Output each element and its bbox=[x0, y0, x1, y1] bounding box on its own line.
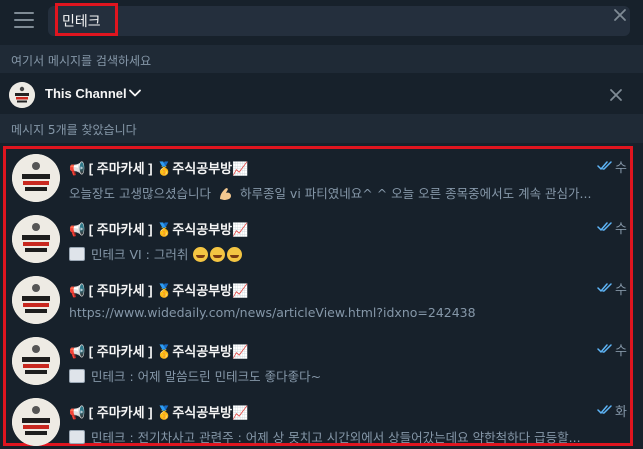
search-input[interactable] bbox=[52, 6, 552, 36]
search-result-item[interactable]: 📢 [ 주마카세 ] 🥇주식공부방📈 화 민테크 : 전기차사고 관련주 : 어… bbox=[6, 393, 630, 449]
channel-filter-label: This Channel bbox=[45, 86, 127, 101]
double-check-icon bbox=[597, 405, 612, 414]
result-title-prefix: 📢 [ 주마카세 ] bbox=[69, 161, 153, 176]
result-snippet-text-a: 오늘장도 고생많으셨습니다 bbox=[69, 186, 211, 201]
close-icon[interactable] bbox=[613, 8, 627, 22]
image-thumbnail-icon bbox=[69, 247, 85, 261]
close-icon[interactable] bbox=[609, 88, 623, 102]
result-date: 화 bbox=[615, 405, 627, 420]
result-date: 수 bbox=[615, 222, 627, 237]
search-hint-text: 여기서 메시지를 검색하세요 bbox=[11, 54, 152, 68]
result-title: 📢 [ 주마카세 ] 🥇주식공부방📈 bbox=[69, 341, 248, 360]
chart-up-icon: 📈 bbox=[232, 405, 249, 420]
result-title: 📢 [ 주마카세 ] 🥇주식공부방📈 bbox=[69, 280, 248, 299]
result-date: 수 bbox=[615, 344, 627, 359]
result-title: 📢 [ 주마카세 ] 🥇주식공부방📈 bbox=[69, 402, 248, 421]
result-title-prefix: 📢 [ 주마카세 ] bbox=[69, 222, 153, 237]
result-title-prefix: 📢 [ 주마카세 ] bbox=[69, 405, 153, 420]
result-date: 수 bbox=[615, 161, 627, 176]
double-check-icon bbox=[597, 161, 612, 170]
result-snippet: https://www.widedaily.com/news/articleVi… bbox=[69, 305, 617, 320]
hamburger-menu-icon[interactable] bbox=[14, 12, 34, 28]
image-thumbnail-icon bbox=[69, 369, 85, 383]
chevron-down-icon[interactable] bbox=[129, 88, 141, 98]
grinning-face-icon bbox=[227, 247, 243, 262]
top-bar bbox=[0, 0, 643, 42]
channel-avatar bbox=[9, 82, 35, 108]
result-date: 수 bbox=[615, 283, 627, 298]
double-check-icon bbox=[597, 283, 612, 292]
results-count-text: 메시지 5개를 찾았습니다 bbox=[11, 123, 137, 137]
double-check-icon bbox=[597, 344, 612, 353]
result-snippet-text: 민테크 VI : 그러취 bbox=[91, 247, 189, 262]
channel-avatar bbox=[12, 215, 60, 263]
result-title-suffix: 주식공부방 bbox=[172, 344, 233, 359]
result-snippet: 민테크 : 전기차사고 관련주 : 어제 상 못치고 시간외에서 상들어갔는데요… bbox=[69, 427, 617, 446]
result-title: 📢 [ 주마카세 ] 🥇주식공부방📈 bbox=[69, 158, 248, 177]
chart-up-icon: 📈 bbox=[232, 161, 249, 176]
result-snippet-text: https://www.widedaily.com/news/articleVi… bbox=[69, 305, 476, 320]
search-hint-row: 여기서 메시지를 검색하세요 bbox=[0, 45, 643, 73]
result-title-prefix: 📢 [ 주마카세 ] bbox=[69, 283, 153, 298]
image-thumbnail-icon bbox=[69, 430, 85, 444]
chart-up-icon: 📈 bbox=[232, 344, 249, 359]
result-snippet: 오늘장도 고생많으셨습니다 하루종일 vi 파티였네요^ ^ 오늘 오른 종목중… bbox=[69, 183, 617, 202]
search-result-item[interactable]: 📢 [ 주마카세 ] 🥇주식공부방📈 수 민테크 VI : 그러취 bbox=[6, 210, 630, 269]
chart-up-icon: 📈 bbox=[232, 222, 249, 237]
result-title-suffix: 주식공부방 bbox=[172, 405, 233, 420]
medal-icon: 🥇 bbox=[156, 161, 173, 176]
channel-avatar bbox=[12, 276, 60, 324]
result-title-suffix: 주식공부방 bbox=[172, 283, 233, 298]
result-title-suffix: 주식공부방 bbox=[172, 161, 233, 176]
medal-icon: 🥇 bbox=[156, 405, 173, 420]
grinning-face-icon bbox=[193, 247, 209, 262]
channel-avatar bbox=[12, 154, 60, 202]
result-snippet: 민테크 : 어제 말씀드린 민테크도 좋다좋다~ bbox=[69, 366, 617, 385]
results-count-row: 메시지 5개를 찾았습니다 bbox=[0, 114, 643, 143]
search-result-item[interactable]: 📢 [ 주마카세 ] 🥇주식공부방📈 수 https://www.widedai… bbox=[6, 271, 630, 330]
grinning-face-icon bbox=[210, 247, 226, 262]
chart-up-icon: 📈 bbox=[232, 283, 249, 298]
flexed-biceps-icon bbox=[219, 188, 231, 200]
medal-icon: 🥇 bbox=[156, 344, 173, 359]
search-result-item[interactable]: 📢 [ 주마카세 ] 🥇주식공부방📈 수 오늘장도 고생많으셨습니다 하루종일 … bbox=[6, 149, 630, 208]
search-box[interactable] bbox=[48, 6, 630, 36]
medal-icon: 🥇 bbox=[156, 222, 173, 237]
result-snippet-text: 민테크 : 전기차사고 관련주 : 어제 상 못치고 시간외에서 상들어갔는데요… bbox=[91, 430, 581, 445]
search-results-list: 📢 [ 주마카세 ] 🥇주식공부방📈 수 오늘장도 고생많으셨습니다 하루종일 … bbox=[3, 146, 633, 446]
result-snippet: 민테크 VI : 그러취 bbox=[69, 244, 617, 263]
result-snippet-text-b: 하루종일 vi 파티였네요^ ^ 오늘 오른 종목중에서도 계속 관심가... bbox=[239, 186, 592, 201]
search-result-item[interactable]: 📢 [ 주마카세 ] 🥇주식공부방📈 수 민테크 : 어제 말씀드린 민테크도 … bbox=[6, 332, 630, 391]
double-check-icon bbox=[597, 222, 612, 231]
channel-filter-row[interactable]: This Channel bbox=[0, 76, 643, 114]
result-snippet-text: 민테크 : 어제 말씀드린 민테크도 좋다좋다~ bbox=[91, 369, 322, 384]
channel-avatar bbox=[12, 337, 60, 385]
channel-avatar bbox=[12, 398, 60, 446]
result-title-prefix: 📢 [ 주마카세 ] bbox=[69, 344, 153, 359]
medal-icon: 🥇 bbox=[156, 283, 173, 298]
result-title: 📢 [ 주마카세 ] 🥇주식공부방📈 bbox=[69, 219, 248, 238]
result-title-suffix: 주식공부방 bbox=[172, 222, 233, 237]
